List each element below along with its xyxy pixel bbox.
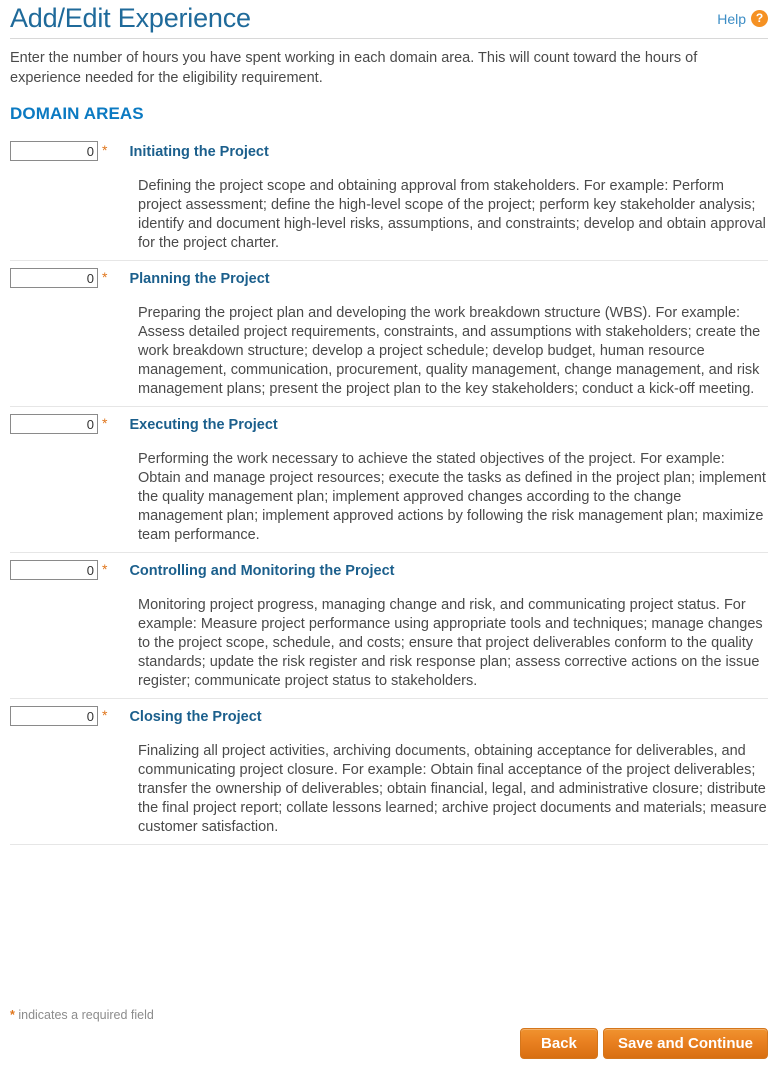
question-circle-icon[interactable]: ? [751, 10, 768, 27]
domain-label: Closing the Project [129, 709, 262, 725]
domain-description: Preparing the project plan and developin… [138, 305, 761, 397]
domain-row: * Initiating the Project Defining the pr… [10, 134, 768, 261]
domain-label: Executing the Project [129, 417, 278, 433]
domain-row: * Planning the Project Preparing the pro… [10, 261, 768, 407]
domain-row-header: * Planning the Project [10, 261, 768, 289]
hours-input[interactable] [10, 414, 98, 434]
domain-row: * Closing the Project Finalizing all pro… [10, 699, 768, 845]
domain-row: * Executing the Project Performing the w… [10, 407, 768, 553]
page-title: Add/Edit Experience [10, 3, 251, 33]
domain-label: Planning the Project [129, 271, 270, 287]
required-asterisk: * [102, 269, 108, 285]
hours-input[interactable] [10, 560, 98, 580]
domain-areas-heading: DOMAIN AREAS [10, 104, 144, 123]
domain-description: Performing the work necessary to achieve… [138, 451, 766, 543]
page-footer: * indicates a required field Back Save a… [10, 1008, 768, 1059]
required-note-text: indicates a required field [14, 1008, 154, 1022]
page-header: Add/Edit Experience Help ? [10, 0, 768, 38]
domain-row-header: * Closing the Project [10, 699, 768, 727]
domain-row-header: * Controlling and Monitoring the Project [10, 553, 768, 581]
domain-row-header: * Initiating the Project [10, 134, 768, 162]
hours-input[interactable] [10, 706, 98, 726]
required-asterisk: * [102, 142, 108, 158]
hours-input[interactable] [10, 141, 98, 161]
back-button[interactable]: Back [519, 1028, 598, 1059]
domain-description: Monitoring project progress, managing ch… [138, 597, 763, 689]
required-asterisk: * [102, 415, 108, 431]
domain-label: Initiating the Project [129, 144, 269, 160]
help-control[interactable]: Help ? [717, 10, 768, 27]
domain-description: Defining the project scope and obtaining… [138, 178, 766, 251]
domain-row: * Controlling and Monitoring the Project… [10, 553, 768, 699]
title-divider [10, 38, 768, 39]
help-link[interactable]: Help [717, 11, 746, 27]
add-edit-experience-page: Add/Edit Experience Help ? Enter the num… [0, 0, 778, 1067]
domain-row-header: * Executing the Project [10, 407, 768, 435]
domain-label: Controlling and Monitoring the Project [129, 563, 395, 579]
intro-text: Enter the number of hours you have spent… [10, 50, 698, 86]
domain-description: Finalizing all project activities, archi… [138, 743, 767, 835]
form-actions: Back Save and Continue [10, 1028, 768, 1059]
hours-input[interactable] [10, 268, 98, 288]
required-asterisk: * [102, 561, 108, 577]
required-field-note: * indicates a required field [10, 1008, 768, 1022]
required-asterisk: * [102, 707, 108, 723]
save-and-continue-button[interactable]: Save and Continue [602, 1028, 768, 1059]
